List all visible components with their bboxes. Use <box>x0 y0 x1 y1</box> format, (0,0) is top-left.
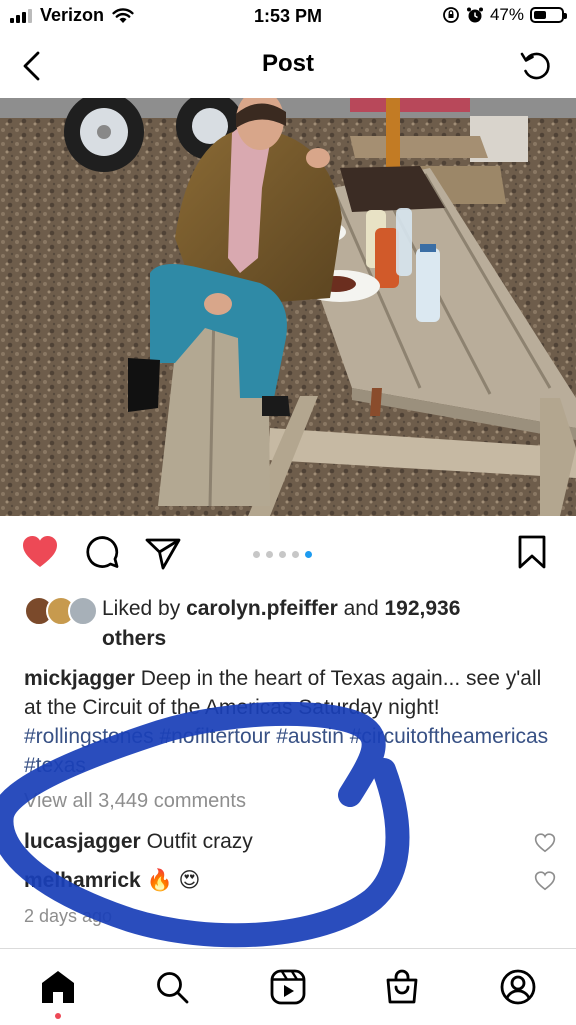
carousel-dot[interactable] <box>292 551 299 558</box>
carousel-dot[interactable] <box>279 551 286 558</box>
liked-by-user[interactable]: carolyn.pfeiffer <box>186 597 338 620</box>
reels-icon <box>270 969 306 1005</box>
status-bar: Verizon 1:53 PM 47% <box>0 0 576 36</box>
comment-row: melhamrick 🔥 😍 <box>24 868 200 893</box>
hashtag[interactable]: #nofiltertour <box>159 725 270 748</box>
tab-search[interactable] <box>152 967 192 1007</box>
like-button[interactable] <box>20 532 60 572</box>
heart-outline-icon <box>534 871 556 891</box>
comment-text: 🔥 😍 <box>146 869 201 892</box>
likes-suffix[interactable]: others <box>102 627 166 650</box>
carousel-dot[interactable] <box>266 551 273 558</box>
liker-avatars <box>24 596 98 626</box>
hashtag[interactable]: #circuitoftheamericas <box>350 725 548 748</box>
likes-count[interactable]: 192,936 <box>385 597 461 620</box>
heart-filled-icon <box>23 536 57 567</box>
post-photo-illustration <box>0 98 576 516</box>
comment-bubble-icon <box>86 536 119 568</box>
likes-text: Liked by carolyn.pfeiffer and 192,936 oth… <box>102 594 564 654</box>
comment-row: lucasjagger Outfit crazy <box>24 830 253 854</box>
tab-home[interactable] <box>38 967 78 1007</box>
avatar <box>68 596 98 626</box>
notification-dot <box>55 1013 61 1019</box>
carousel-dot[interactable] <box>253 551 260 558</box>
post-timestamp: 2 days ago <box>24 906 113 926</box>
tab-shop[interactable] <box>382 967 422 1007</box>
home-icon <box>42 971 74 1003</box>
post-caption: mickjagger Deep in the heart of Texas ag… <box>24 664 559 780</box>
send-icon <box>145 538 181 570</box>
refresh-icon <box>520 52 550 80</box>
post-photo[interactable] <box>0 98 576 516</box>
profile-icon <box>500 969 536 1005</box>
comment-user[interactable]: melhamrick <box>24 869 141 892</box>
bookmark-icon <box>518 535 546 569</box>
tab-profile[interactable] <box>498 967 538 1007</box>
search-icon <box>157 972 189 1004</box>
orientation-lock-icon <box>443 7 459 23</box>
comment-like-button[interactable] <box>534 832 556 854</box>
tab-reels[interactable] <box>268 967 308 1007</box>
hashtag[interactable]: #rollingstones <box>24 725 154 748</box>
caption-author[interactable]: mickjagger <box>24 667 135 690</box>
comment-like-button[interactable] <box>534 870 556 892</box>
comment-button[interactable] <box>82 532 122 572</box>
likes-middle: and <box>337 597 385 620</box>
bottom-tab-bar <box>0 948 576 1025</box>
likes-summary[interactable]: Liked by carolyn.pfeiffer and 192,936 oth… <box>24 594 564 654</box>
alarm-icon <box>466 7 483 23</box>
battery-icon <box>530 7 567 23</box>
post-action-row <box>0 522 576 582</box>
refresh-button[interactable] <box>516 44 556 88</box>
view-all-comments-link[interactable]: View all 3,449 comments <box>24 790 246 813</box>
share-button[interactable] <box>143 532 183 572</box>
hashtag[interactable]: #texas <box>24 754 86 777</box>
comment-user[interactable]: lucasjagger <box>24 830 141 853</box>
heart-outline-icon <box>534 833 556 853</box>
hashtag[interactable]: #austin <box>276 725 344 748</box>
battery-percent: 47% <box>489 5 524 24</box>
shop-icon <box>386 969 418 1004</box>
comment-text: Outfit crazy <box>146 830 253 853</box>
likes-prefix: Liked by <box>102 597 187 620</box>
status-right: 47% <box>442 5 567 25</box>
carousel-dots[interactable] <box>253 551 312 558</box>
page-title: Post <box>261 50 314 77</box>
save-button[interactable] <box>512 532 552 572</box>
carousel-dot[interactable] <box>305 551 312 558</box>
nav-header: Post <box>0 36 576 96</box>
